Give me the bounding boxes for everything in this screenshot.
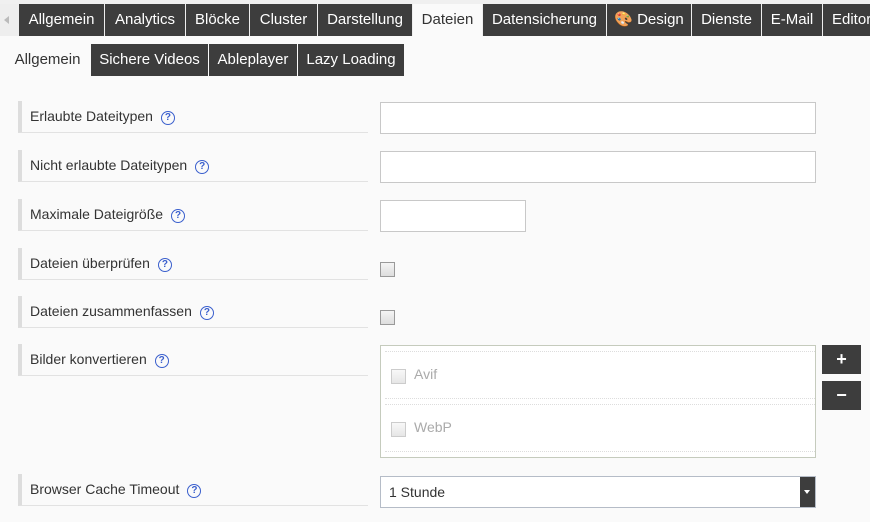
label-text: Dateien zusammenfassen: [30, 303, 192, 319]
max-filesize-label: Maximale Dateigröße?: [18, 199, 368, 231]
max-filesize-input[interactable]: [380, 200, 526, 232]
label-text: Maximale Dateigröße: [30, 206, 164, 222]
allowed-types-label: Erlaubte Dateitypen?: [18, 101, 368, 133]
tab-dateien[interactable]: Dateien: [413, 4, 482, 36]
help-icon[interactable]: ?: [171, 209, 186, 223]
help-icon[interactable]: ?: [199, 306, 214, 320]
subtab-ableplayer[interactable]: Ableplayer: [209, 44, 297, 76]
main-tab-bar: Allgemein Analytics Blöcke Cluster Darst…: [0, 4, 870, 36]
cache-timeout-select[interactable]: 1 Stunde: [380, 476, 816, 508]
subtab-sichere-videos[interactable]: Sichere Videos: [91, 44, 208, 76]
option-label: WebP: [414, 419, 452, 435]
tab-analytics[interactable]: Analytics: [105, 4, 185, 36]
option-label: Avif: [414, 366, 438, 382]
option-avif[interactable]: Avif: [385, 351, 815, 399]
tab-editor[interactable]: Editor: [823, 4, 870, 36]
tab-dienste[interactable]: Dienste: [692, 4, 761, 36]
scroll-left-icon[interactable]: [4, 16, 9, 24]
label-text: Bilder konvertieren: [30, 351, 147, 367]
convert-images-label: Bilder konvertieren?: [18, 344, 368, 376]
label-text: Erlaubte Dateitypen: [30, 108, 153, 124]
remove-button[interactable]: −: [822, 381, 861, 410]
help-icon[interactable]: ?: [154, 354, 169, 368]
help-icon[interactable]: ?: [195, 160, 210, 174]
option-webp[interactable]: WebP: [385, 404, 815, 452]
tab-datensicherung[interactable]: Datensicherung: [483, 4, 606, 36]
check-files-checkbox[interactable]: [380, 262, 395, 277]
label-text: Dateien überprüfen: [30, 255, 150, 271]
tab-bloecke[interactable]: Blöcke: [186, 4, 249, 36]
check-files-label: Dateien überprüfen?: [18, 248, 368, 280]
tab-design[interactable]: 🎨 Design: [607, 4, 691, 36]
label-text: Nicht erlaubte Dateitypen: [30, 157, 188, 173]
chevron-down-icon[interactable]: [800, 477, 815, 507]
merge-files-label: Dateien zusammenfassen?: [18, 296, 368, 328]
convert-images-list: Avif WebP: [380, 345, 816, 458]
tab-allgemein[interactable]: Allgemein: [19, 4, 104, 36]
merge-files-checkbox[interactable]: [380, 310, 395, 325]
help-icon[interactable]: ?: [160, 111, 175, 125]
help-icon[interactable]: ?: [187, 484, 202, 498]
add-button[interactable]: +: [822, 345, 861, 374]
disallowed-types-input[interactable]: [380, 151, 816, 183]
subtab-lazy-loading[interactable]: Lazy Loading: [298, 44, 404, 76]
select-value: 1 Stunde: [389, 484, 446, 500]
label-text: Browser Cache Timeout: [30, 481, 180, 497]
cache-timeout-label: Browser Cache Timeout?: [18, 474, 368, 506]
avif-checkbox[interactable]: [391, 369, 406, 384]
disallowed-types-label: Nicht erlaubte Dateitypen?: [18, 150, 368, 182]
tab-email[interactable]: E-Mail: [762, 4, 822, 36]
help-icon[interactable]: ?: [157, 258, 172, 272]
tab-darstellung[interactable]: Darstellung: [318, 4, 412, 36]
webp-checkbox[interactable]: [391, 422, 406, 437]
subtab-allgemein[interactable]: Allgemein: [5, 44, 90, 76]
allowed-types-input[interactable]: [380, 102, 816, 134]
tab-cluster[interactable]: Cluster: [250, 4, 317, 36]
